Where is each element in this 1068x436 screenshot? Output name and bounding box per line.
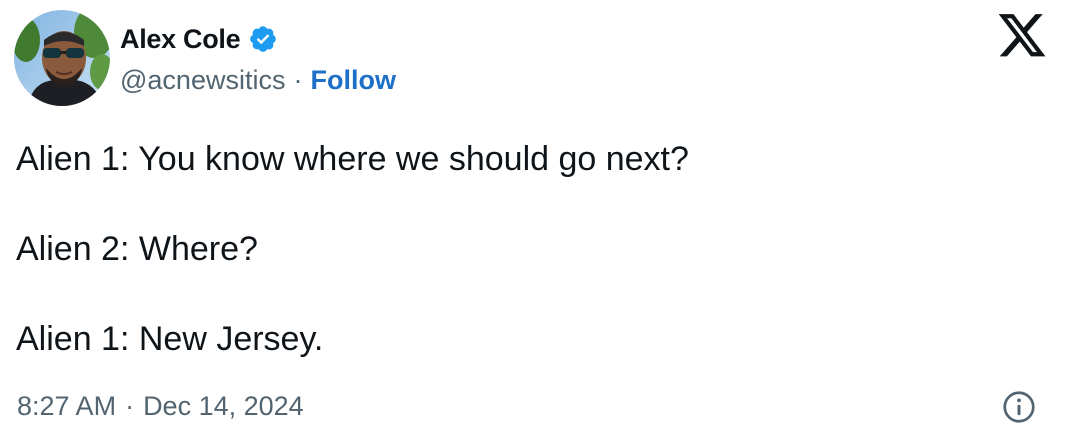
tweet-line: Alien 2: Where? (16, 230, 258, 268)
x-logo-icon[interactable] (996, 14, 1048, 62)
avatar[interactable] (14, 10, 110, 106)
author-name-row: Alex Cole (120, 20, 278, 58)
author-handle-row: @acnewsitics · Follow (120, 62, 396, 98)
tweet-line: Alien 1: You know where we should go nex… (16, 140, 689, 178)
tweet-time: 8:27 AM (17, 390, 117, 421)
tweet-date: Dec 14, 2024 (143, 390, 304, 421)
author-handle[interactable]: @acnewsitics (120, 65, 285, 96)
verified-badge-icon (250, 26, 277, 52)
avatar-image (14, 10, 110, 106)
tweet-text: Alien 1: You know where we should go nex… (16, 136, 1046, 362)
tweet-timestamp[interactable]: 8:27 AM · Dec 14, 2024 (17, 388, 304, 424)
info-icon[interactable] (1001, 389, 1037, 425)
follow-button[interactable]: Follow (310, 65, 395, 96)
author-display-name[interactable]: Alex Cole (120, 24, 241, 55)
handle-separator: · (293, 64, 303, 95)
tweet-line: Alien 1: New Jersey. (16, 320, 324, 358)
timestamp-separator: · (125, 390, 135, 421)
